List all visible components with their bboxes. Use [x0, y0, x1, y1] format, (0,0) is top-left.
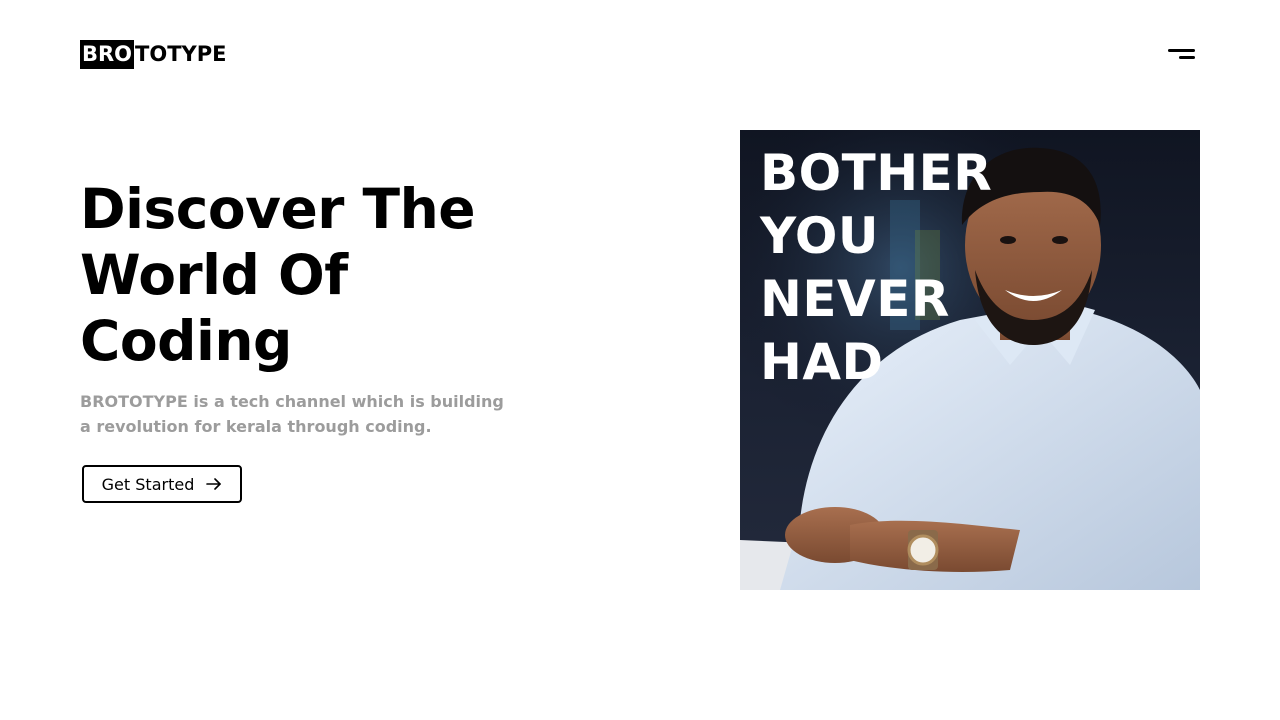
hero-image: BOTHER YOU NEVER HAD	[740, 130, 1200, 590]
image-text-line-4: HAD	[760, 333, 884, 391]
image-text-line-3: NEVER	[760, 270, 950, 328]
image-text-line-1: BOTHER	[760, 144, 993, 202]
image-overlay-text: BOTHER YOU NEVER HAD	[760, 142, 992, 394]
brand-logo[interactable]: BRO TOTYPE	[80, 40, 226, 69]
arrow-right-icon	[206, 478, 222, 490]
menu-line-short	[1179, 56, 1195, 59]
hero-title-line-2: World Of	[80, 243, 348, 307]
menu-toggle-button[interactable]	[1166, 44, 1198, 66]
image-text-line-2: YOU	[760, 207, 880, 265]
hero-title-line-3: Coding	[80, 309, 292, 373]
hero-description: BROTOTYPE is a tech channel which is bui…	[80, 392, 504, 436]
get-started-button[interactable]: Get Started	[82, 465, 242, 503]
menu-line-long	[1168, 49, 1195, 52]
hero-title-line-1: Discover The	[80, 177, 476, 241]
logo-box-text: BRO	[80, 40, 135, 69]
page: BRO TOTYPE Discover The World Of Coding …	[0, 0, 1280, 720]
get-started-label: Get Started	[101, 474, 195, 494]
logo-rest-text: TOTYPE	[135, 42, 227, 66]
hero-title: Discover The World Of Coding	[80, 176, 540, 374]
